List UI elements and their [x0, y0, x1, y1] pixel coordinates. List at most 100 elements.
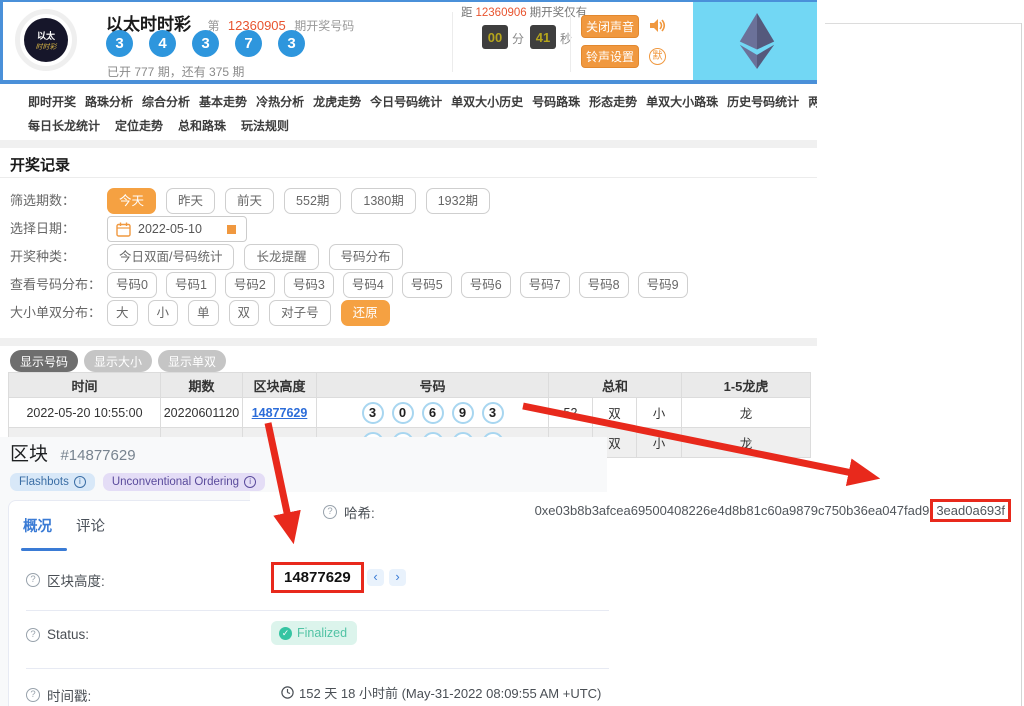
nav-item[interactable]: 总和路珠: [178, 117, 226, 134]
col-numbers: 号码: [317, 373, 549, 398]
logo-text-2: 时时彩: [36, 42, 57, 52]
small-button[interactable]: 小: [148, 300, 179, 326]
show-numbers-tab[interactable]: 显示号码: [10, 350, 78, 372]
draw-ball: 3: [278, 30, 305, 57]
period-yesterday-button[interactable]: 昨天: [166, 188, 215, 214]
cell-sum: 52: [549, 398, 593, 428]
nav-item[interactable]: 玩法规则: [241, 117, 289, 134]
nav-item[interactable]: 单双大小路珠: [646, 93, 718, 110]
block-hash-value: 0xe03b8b3afcea69500408226e4d8b81c60a9879…: [535, 503, 1011, 518]
help-icon[interactable]: [26, 688, 40, 702]
clock-icon: [281, 686, 294, 699]
result-ball: 3: [482, 402, 504, 424]
draw-ball: 3: [106, 30, 133, 57]
cell-dragon: 龙: [682, 428, 811, 458]
filter-label: 筛选期数：: [10, 188, 75, 214]
number-5-button[interactable]: 号码5: [402, 272, 452, 298]
nav-item[interactable]: 综合分析: [142, 93, 190, 110]
period-today-button[interactable]: 今天: [107, 188, 156, 214]
show-oddeven-tab[interactable]: 显示单双: [158, 350, 226, 372]
nav-item[interactable]: 历史号码统计: [727, 93, 799, 110]
help-icon[interactable]: [26, 573, 40, 587]
speaker-icon[interactable]: [648, 16, 667, 40]
prev-block-button[interactable]: [367, 569, 384, 586]
nav-item[interactable]: 形态走势: [589, 93, 637, 110]
block-height-value: 14877629: [271, 562, 364, 593]
kind-streak-button[interactable]: 长龙提醒: [244, 244, 318, 270]
divider: [26, 668, 609, 669]
col-time: 时间: [9, 373, 161, 398]
nav-item[interactable]: 即时开奖: [28, 93, 76, 110]
table-header-row: 时间 期数 区块高度 号码 总和 1-5龙虎: [9, 373, 811, 398]
reset-button[interactable]: 还原: [341, 300, 390, 326]
period-1380-button[interactable]: 1380期: [351, 188, 415, 214]
even-button[interactable]: 双: [229, 300, 260, 326]
nav-item[interactable]: 龙虎走势: [313, 93, 361, 110]
ring-settings-button[interactable]: 铃声设置: [581, 45, 639, 68]
result-ball: 3: [362, 402, 384, 424]
nav-item[interactable]: 单双大小历史: [451, 93, 523, 110]
big-button[interactable]: 大: [107, 300, 138, 326]
period-daybefore-button[interactable]: 前天: [225, 188, 274, 214]
filter-bigsmall-row: 大小单双分布： 大 小 单 双 对子号 还原: [0, 300, 817, 326]
flashbots-badge[interactable]: Flashbots: [10, 473, 95, 491]
pair-button[interactable]: 对子号: [269, 300, 331, 326]
block-height-link[interactable]: 14877629: [252, 406, 308, 420]
timestamp-row-label: 时间戳:: [26, 685, 91, 705]
date-marker: [227, 225, 236, 234]
help-icon[interactable]: [26, 628, 40, 642]
number-4-button[interactable]: 号码4: [343, 272, 393, 298]
result-ball: 0: [392, 402, 414, 424]
section-separator: [0, 140, 817, 148]
site-header: 以太 时时彩 以太时时彩 第 12360905 期开奖号码 3 4 3 7 3 …: [0, 0, 817, 80]
filter-period-row: 筛选期数： 今天 昨天 前天 552期 1380期 1932期: [0, 188, 817, 214]
cell-odd-even: 双: [593, 398, 637, 428]
mute-sound-button[interactable]: 关闭声音: [581, 15, 639, 38]
cell-time: 2022-05-20 10:55:00: [9, 398, 161, 428]
odd-button[interactable]: 单: [188, 300, 219, 326]
nav-item[interactable]: 今日号码统计: [370, 93, 442, 110]
block-heading-number: #14877629: [60, 447, 135, 464]
kind-distribution-button[interactable]: 号码分布: [329, 244, 403, 270]
result-balls: 3 0 6 9 3: [317, 402, 548, 424]
cell-dragon: 龙: [682, 398, 811, 428]
number-2-button[interactable]: 号码2: [225, 272, 275, 298]
info-icon[interactable]: [244, 476, 256, 488]
filter-label: 选择日期：: [10, 216, 75, 242]
filter-label: 大小单双分布：: [10, 300, 101, 326]
number-8-button[interactable]: 号码8: [579, 272, 629, 298]
number-6-button[interactable]: 号码6: [461, 272, 511, 298]
show-bigsmall-tab[interactable]: 显示大小: [84, 350, 152, 372]
info-icon[interactable]: [74, 476, 86, 488]
nav-item[interactable]: 号码路珠: [532, 93, 580, 110]
check-icon: [279, 627, 292, 640]
number-7-button[interactable]: 号码7: [520, 272, 570, 298]
nav-item[interactable]: 定位走势: [115, 117, 163, 134]
table-row: 2022-05-20 10:55:00 20220601120 14877629…: [9, 398, 811, 428]
number-3-button[interactable]: 号码3: [284, 272, 334, 298]
period-552-button[interactable]: 552期: [284, 188, 341, 214]
date-picker-input[interactable]: 2022-05-10: [107, 216, 247, 242]
number-1-button[interactable]: 号码1: [166, 272, 216, 298]
number-9-button[interactable]: 号码9: [638, 272, 688, 298]
main-nav: 即时开奖 路珠分析 综合分析 基本走势 冷热分析 龙虎走势 今日号码统计 单双大…: [0, 84, 817, 140]
tab-overview[interactable]: 概况: [23, 515, 52, 536]
nav-item[interactable]: 基本走势: [199, 93, 247, 110]
nav-item[interactable]: 冷热分析: [256, 93, 304, 110]
period-progress: 已开 777 期，还有 375 期: [107, 63, 244, 80]
period-1932-button[interactable]: 1932期: [426, 188, 490, 214]
draw-ball: 3: [192, 30, 219, 57]
explorer-window-edge: [817, 0, 1024, 706]
unconventional-ordering-badge[interactable]: Unconventional Ordering: [103, 473, 265, 491]
kind-twosided-button[interactable]: 今日双面/号码统计: [107, 244, 234, 270]
block-height-row-label: 区块高度:: [26, 570, 105, 590]
tab-comments[interactable]: 评论: [76, 515, 105, 536]
window-border: [825, 23, 1021, 24]
number-0-button[interactable]: 号码0: [107, 272, 157, 298]
nav-item[interactable]: 路珠分析: [85, 93, 133, 110]
help-icon[interactable]: [323, 505, 337, 519]
next-block-button[interactable]: [389, 569, 406, 586]
cell-big-small: 小: [637, 398, 682, 428]
calendar-icon: [116, 222, 131, 237]
nav-item[interactable]: 每日长龙统计: [28, 117, 100, 134]
